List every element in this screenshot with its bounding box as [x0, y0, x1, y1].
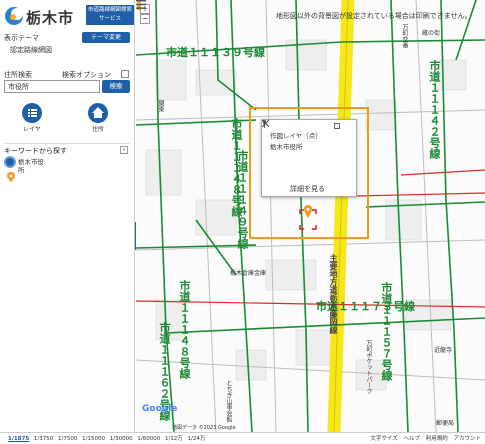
zoom-out-button[interactable]: −	[140, 14, 150, 24]
result-marker-icon	[4, 156, 16, 168]
place-label: 万町交番	[401, 24, 408, 48]
route-label: 市道１１１４９号線	[236, 150, 249, 249]
scale-selector: 1/1875 1/3750 1/7500 1/15000 1/30000 1/6…	[8, 434, 208, 442]
text-size-link[interactable]: 文字サイズ	[370, 436, 397, 442]
address-search-input[interactable]	[4, 80, 100, 93]
route-label: 市道１１１５７号線	[380, 282, 393, 381]
footer-links: 文字サイズ ヘルプ 利用規約 アカウント	[366, 434, 481, 442]
scale-option[interactable]: 1/24万	[188, 436, 206, 442]
hamburger-menu-icon[interactable]	[136, 0, 146, 9]
map-canvas[interactable]: 市道１１１３９号線 市道１１１４８号線 市道１１１４９号線 市道１１１４２号線 …	[136, 0, 485, 432]
result-label-line1: 栃木市役	[18, 158, 44, 166]
service-badge: 市道路線網図検索サービス	[86, 5, 134, 25]
search-button[interactable]: 検索	[102, 80, 130, 93]
city-name: 栃木市	[26, 9, 75, 27]
main-road-label: 主要地方道栃木藤岡線	[329, 254, 338, 334]
scale-option[interactable]: 1/12万	[165, 436, 183, 442]
scale-option[interactable]: 1/1875	[8, 436, 29, 442]
search-option-toggle[interactable]	[121, 70, 129, 78]
route-label: 市道１１１４８号線	[178, 280, 191, 379]
maximize-icon[interactable]	[334, 123, 340, 129]
logo[interactable]: 栃木市 市道路線網図検索サービス	[4, 4, 134, 30]
theme-change-button[interactable]: テーマ変更	[82, 32, 130, 43]
sidebar: 栃木市 市道路線網図検索サービス 表示テーマ テーマ変更 認定路線網図 住所検索…	[0, 0, 135, 432]
home-icon	[92, 107, 104, 118]
account-link[interactable]: アカウント	[453, 436, 481, 442]
footer-bar: 1/1875 1/3750 1/7500 1/15000 1/30000 1/6…	[0, 432, 485, 444]
map-pin-icon	[7, 172, 15, 182]
scale-option[interactable]: 1/7500	[58, 436, 77, 442]
place-label: 栃木倉庫金庫	[230, 270, 267, 277]
keyword-search-label: キーワードから探す	[4, 147, 67, 155]
scale-option[interactable]: 1/60000	[137, 436, 160, 442]
scale-option[interactable]: 1/15000	[82, 436, 105, 442]
current-theme: 認定路線網図	[10, 46, 52, 54]
google-logo-text: Google	[142, 404, 178, 414]
address-button[interactable]	[88, 103, 108, 123]
place-label: 万町ポケットパーク	[365, 340, 372, 394]
address-search-label: 住所検索	[4, 71, 32, 79]
google-logo: Google	[142, 404, 177, 414]
scale-option[interactable]: 1/3750	[34, 436, 53, 442]
search-option-label: 検索オプション	[62, 71, 111, 79]
route-label: 市道１１１３９号線	[166, 46, 265, 59]
route-label: 市道１１１４２号線	[428, 60, 441, 159]
detail-button[interactable]: 詳細を見る	[290, 184, 325, 194]
layer-button[interactable]	[22, 103, 42, 123]
place-label: 近龍寺	[434, 347, 453, 354]
scale-option[interactable]: 1/30000	[110, 436, 133, 442]
city-logo-icon	[5, 7, 23, 25]
place-label: 関東	[157, 100, 164, 112]
result-label: 栃木市役 所	[18, 158, 44, 174]
popup-body: 栃木市役所	[270, 143, 303, 151]
layer-list-icon	[28, 109, 37, 117]
keyword-search-header[interactable]: キーワードから探す v	[4, 143, 130, 155]
layer-button-label: レイヤ	[23, 126, 41, 133]
place-label: 郵便局	[436, 420, 455, 427]
close-icon[interactable]	[262, 120, 269, 127]
popup-title: 作図レイヤ（点）	[270, 132, 322, 140]
search-result-item[interactable]: 栃木市役 所	[4, 156, 64, 190]
theme-section-label: 表示テーマ	[4, 34, 39, 42]
print-notice: 地形図以外の背景図が設定されている場合は印刷できません。	[276, 12, 472, 20]
help-link[interactable]: ヘルプ	[403, 436, 420, 442]
feature-popup: 作図レイヤ（点） 栃木市役所 詳細を見る	[261, 119, 357, 197]
address-button-label: 住所	[91, 126, 104, 133]
result-label-line2: 所	[18, 166, 25, 174]
terms-link[interactable]: 利用規約	[426, 436, 448, 442]
place-label: とちぎ山車会館	[225, 380, 232, 422]
chevron-down-icon[interactable]: v	[120, 146, 128, 154]
map-attribution: 地図データ ©2023 Google	[172, 425, 236, 431]
place-label: 蔵の街	[422, 30, 441, 37]
